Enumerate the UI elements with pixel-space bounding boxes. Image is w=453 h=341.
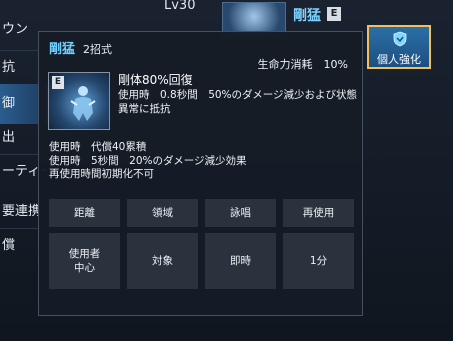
stat-value-range: 使用者 中心 [49, 233, 120, 289]
stat-header-cast: 詠唱 [205, 199, 276, 227]
effect-title: 剛体80%回復 [118, 73, 193, 87]
stat-header-cooldown: 再使用 [283, 199, 354, 227]
level-label: Lv30 [164, 0, 196, 13]
skill-cost: 生命力消耗 10% [257, 58, 348, 71]
effect-line: 使用時 5秒間 20%のダメージ減少効果 [49, 154, 247, 167]
personal-enhance-label: 個人強化 [377, 53, 421, 66]
effect-line: 再使用時間初期化不可 [49, 168, 154, 180]
stat-value-area: 対象 [127, 233, 198, 289]
secondary-effects: 使用時 代償40累積 使用時 5秒間 20%のダメージ減少効果 再使用時間初期化… [49, 141, 349, 182]
stat-header-range: 距離 [49, 199, 120, 227]
stat-header-area: 領域 [127, 199, 198, 227]
character-name: 剛猛 [293, 8, 321, 24]
effect-description: 使用時 0.8秒間 50%のダメージ減少および状態異常に抵抗 [118, 89, 358, 115]
stat-value-cast: 即時 [205, 233, 276, 289]
skill-tooltip: 剛猛 2招式 生命力消耗 10% E 剛体80%回復 使用時 0.8秒間 50%… [38, 31, 363, 316]
skill-stat-grid: 距離 領域 詠唱 再使用 使用者 中心 対象 即時 1分 [49, 199, 354, 307]
personal-enhance-button[interactable]: 個人強化 [367, 25, 431, 69]
skill-icon: E [48, 72, 110, 130]
skill-name: 剛猛 [49, 42, 76, 57]
skill-grade-badge: E [52, 76, 64, 89]
shield-icon [393, 31, 407, 47]
effect-line: 使用時 代償40累積 [49, 141, 147, 153]
warrior-figure-icon [70, 86, 96, 121]
skill-type: 2招式 [83, 43, 112, 56]
grade-badge: E [327, 7, 341, 21]
stat-value-cooldown: 1分 [283, 233, 354, 289]
stat-value-range-text: 使用者 中心 [68, 248, 101, 274]
